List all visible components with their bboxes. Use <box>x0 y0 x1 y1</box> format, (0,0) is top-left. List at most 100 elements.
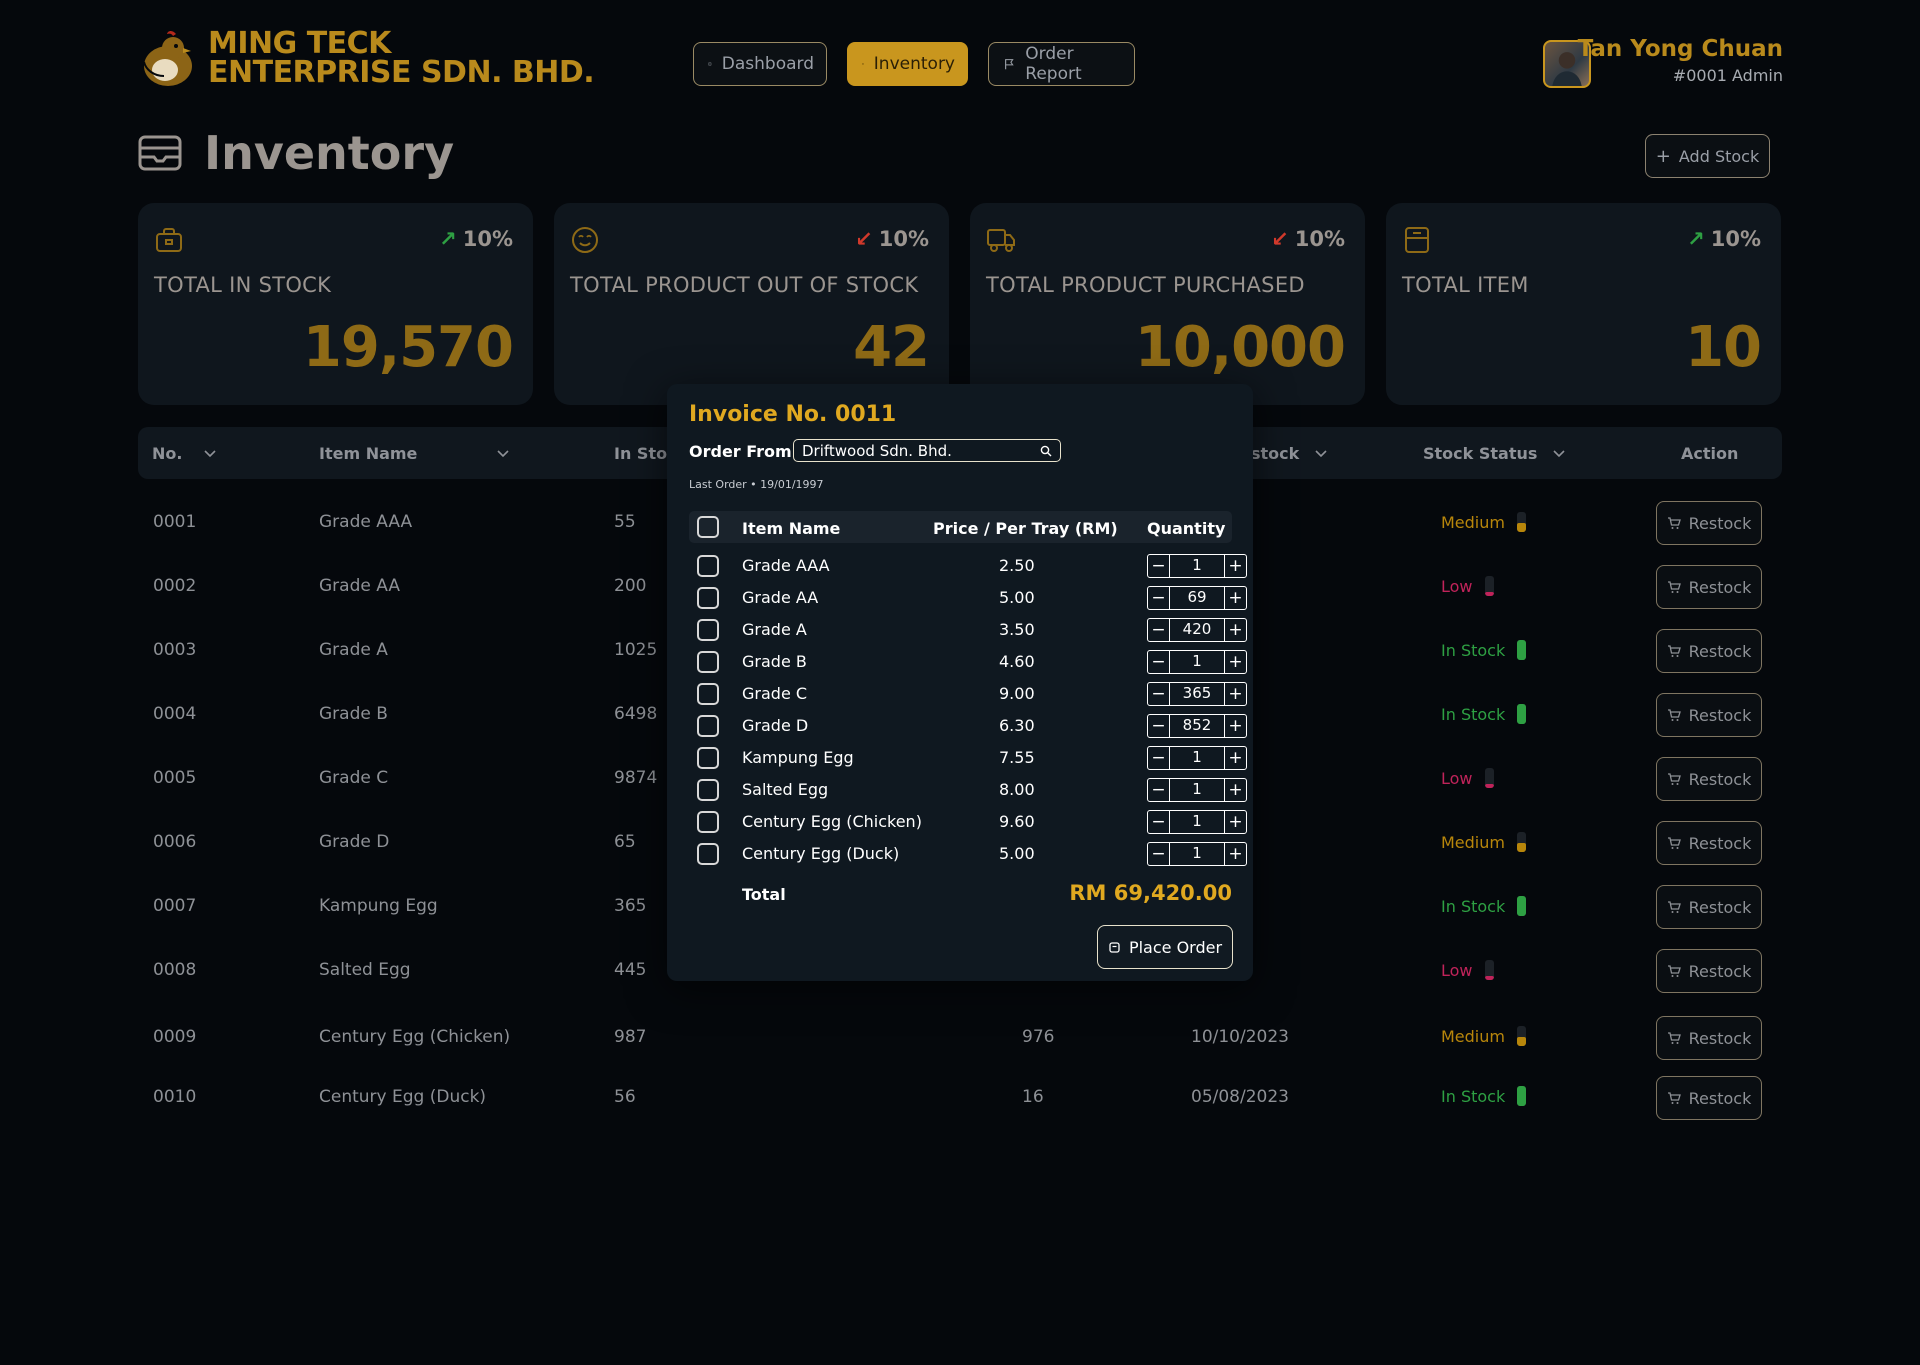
decrement-button[interactable]: − <box>1148 811 1170 833</box>
place-order-button[interactable]: Place Order <box>1097 925 1233 969</box>
restock-button[interactable]: Restock <box>1656 693 1762 737</box>
restock-button[interactable]: Restock <box>1656 1016 1762 1060</box>
quantity-value[interactable]: 1 <box>1170 811 1224 833</box>
card-value: 10,000 <box>1134 315 1346 380</box>
increment-button[interactable]: + <box>1224 683 1246 705</box>
increment-button[interactable]: + <box>1224 619 1246 641</box>
last-order-date: Last Order • 19/01/1997 <box>689 478 824 491</box>
brand-logo[interactable]: MING TECK ENTERPRISE SDN. BHD. <box>140 28 595 88</box>
invoice-item-name: Grade AAA <box>742 556 830 575</box>
quantity-value[interactable]: 1 <box>1170 555 1224 577</box>
quantity-value[interactable]: 69 <box>1170 587 1224 609</box>
quantity-value[interactable]: 1 <box>1170 843 1224 865</box>
status-badge: Low <box>1441 768 1494 788</box>
status-badge: Medium <box>1441 512 1526 532</box>
decrement-button[interactable]: − <box>1148 843 1170 865</box>
item-checkbox[interactable] <box>697 779 719 801</box>
decrement-button[interactable]: − <box>1148 747 1170 769</box>
clipboard-icon <box>708 62 712 66</box>
quantity-stepper: − 1 + <box>1147 554 1247 578</box>
item-checkbox[interactable] <box>697 715 719 737</box>
restock-button[interactable]: Restock <box>1656 1076 1762 1120</box>
invoice-item-name: Grade A <box>742 620 807 639</box>
sort-stock-status[interactable]: Stock Status <box>1423 444 1565 463</box>
column-header: Item Name <box>742 519 841 538</box>
add-stock-button[interactable]: + Add Stock <box>1645 134 1770 178</box>
nav-order-report[interactable]: Order Report <box>988 42 1135 86</box>
restock-button[interactable]: Restock <box>1656 949 1762 993</box>
quantity-value[interactable]: 1 <box>1170 747 1224 769</box>
increment-button[interactable]: + <box>1224 651 1246 673</box>
row-in-stock: 56 <box>614 1087 636 1107</box>
invoice-item-row: Grade B 4.60 − 1 + <box>689 646 1247 678</box>
quantity-stepper: − 69 + <box>1147 586 1247 610</box>
increment-button[interactable]: + <box>1224 843 1246 865</box>
sort-no[interactable]: No. <box>152 444 217 463</box>
item-checkbox[interactable] <box>697 651 719 673</box>
user-name: Tan Yong Chuan <box>1577 36 1783 62</box>
sort-restock-date[interactable]: stock <box>1251 444 1327 463</box>
restock-button[interactable]: Restock <box>1656 821 1762 865</box>
restock-button[interactable]: Restock <box>1656 501 1762 545</box>
stock-level-bar <box>1516 832 1526 852</box>
decrement-button[interactable]: − <box>1148 555 1170 577</box>
decrement-button[interactable]: − <box>1148 619 1170 641</box>
restock-button[interactable]: Restock <box>1656 757 1762 801</box>
row-item-name: Century Egg (Duck) <box>319 1087 487 1107</box>
increment-button[interactable]: + <box>1224 779 1246 801</box>
item-checkbox[interactable] <box>697 555 719 577</box>
sort-item-name[interactable]: Item Name <box>319 444 509 463</box>
flag-icon <box>1005 59 1014 70</box>
nav-dashboard[interactable]: Dashboard <box>693 42 827 86</box>
invoice-item-price: 5.00 <box>999 588 1035 607</box>
row-no: 0009 <box>153 1027 197 1047</box>
increment-button[interactable]: + <box>1224 747 1246 769</box>
column-header: Action <box>1681 444 1739 463</box>
row-in-stock: 445 <box>614 960 647 980</box>
quantity-value[interactable]: 365 <box>1170 683 1224 705</box>
increment-button[interactable]: + <box>1224 555 1246 577</box>
card-label: TOTAL PRODUCT PURCHASED <box>986 273 1305 297</box>
restock-button[interactable]: Restock <box>1656 885 1762 929</box>
decrement-button[interactable]: − <box>1148 779 1170 801</box>
invoice-item-price: 4.60 <box>999 652 1035 671</box>
decrement-button[interactable]: − <box>1148 587 1170 609</box>
lock-icon <box>1109 941 1120 953</box>
decrement-button[interactable]: − <box>1148 651 1170 673</box>
status-text: In Stock <box>1441 896 1506 916</box>
item-checkbox[interactable] <box>697 587 719 609</box>
card-pct: 10% <box>462 227 513 251</box>
item-checkbox[interactable] <box>697 619 719 641</box>
status-text: In Stock <box>1441 640 1506 660</box>
place-order-label: Place Order <box>1128 937 1223 957</box>
item-checkbox[interactable] <box>697 683 719 705</box>
row-in-stock: 6498 <box>614 704 658 724</box>
select-all-checkbox[interactable] <box>697 516 719 538</box>
cart-icon <box>1667 517 1681 529</box>
restock-button[interactable]: Restock <box>1656 629 1762 673</box>
row-item-name: Grade AA <box>319 576 400 596</box>
increment-button[interactable]: + <box>1224 715 1246 737</box>
restock-button[interactable]: Restock <box>1656 565 1762 609</box>
quantity-value[interactable]: 420 <box>1170 619 1224 641</box>
nav-label: Inventory <box>873 54 955 74</box>
item-checkbox[interactable] <box>697 843 719 865</box>
invoice-item-name: Grade C <box>742 684 808 703</box>
quantity-value[interactable]: 1 <box>1170 779 1224 801</box>
item-checkbox[interactable] <box>697 811 719 833</box>
column-header: stock <box>1251 444 1300 463</box>
quantity-stepper: − 1 + <box>1147 746 1247 770</box>
status-badge: In Stock <box>1441 704 1527 724</box>
decrement-button[interactable]: − <box>1148 683 1170 705</box>
increment-button[interactable]: + <box>1224 587 1246 609</box>
nav-inventory[interactable]: Inventory <box>847 42 968 86</box>
quantity-value[interactable]: 1 <box>1170 651 1224 673</box>
chicken-icon <box>143 31 192 86</box>
quantity-value[interactable]: 852 <box>1170 715 1224 737</box>
increment-button[interactable]: + <box>1224 811 1246 833</box>
item-checkbox[interactable] <box>697 747 719 769</box>
status-badge: In Stock <box>1441 896 1527 916</box>
supplier-search-input[interactable]: Driftwood Sdn. Bhd. <box>793 439 1061 462</box>
invoice-modal: Invoice No. 0011 Order From Driftwood Sd… <box>667 384 1253 981</box>
decrement-button[interactable]: − <box>1148 715 1170 737</box>
